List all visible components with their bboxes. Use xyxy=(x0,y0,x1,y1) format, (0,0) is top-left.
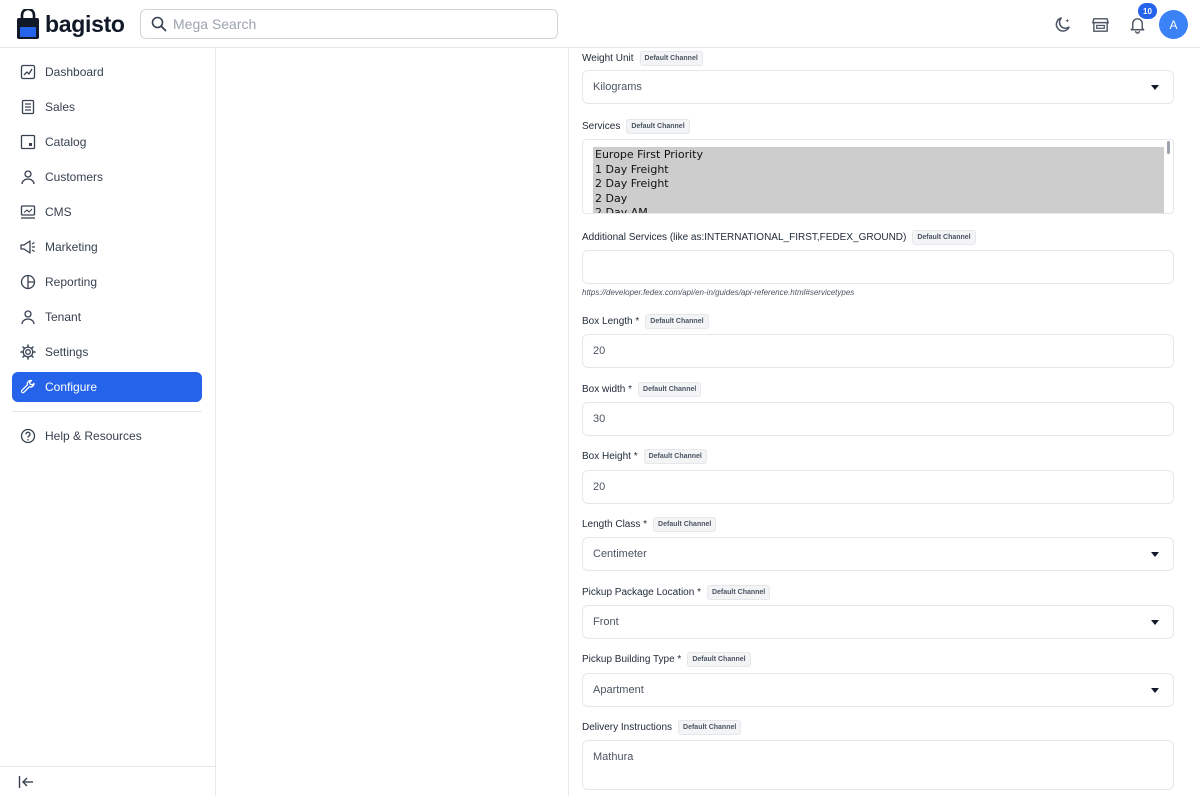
additional-services-label: Additional Services (like as:INTERNATION… xyxy=(582,230,976,245)
sidebar-item-label: Settings xyxy=(45,345,89,359)
box-length-input[interactable]: 20 xyxy=(582,334,1174,368)
box-width-input[interactable]: 30 xyxy=(582,402,1174,436)
service-option[interactable]: 1 Day Freight xyxy=(595,163,1162,178)
top-header: bagisto 10 A xyxy=(0,0,1200,48)
sidebar-item-cms[interactable]: CMS xyxy=(12,197,202,227)
channel-chip: Default Channel xyxy=(626,119,690,134)
sidebar-item-reporting[interactable]: Reporting xyxy=(12,267,202,297)
length-class-label: Length Class * Default Channel xyxy=(582,517,717,532)
channel-chip: Default Channel xyxy=(912,230,976,245)
search-icon xyxy=(151,16,167,32)
sidebar-item-marketing[interactable]: Marketing xyxy=(12,232,202,262)
textarea-value: Mathura xyxy=(593,751,634,763)
channel-chip: Default Channel xyxy=(706,585,771,600)
dark-mode-icon[interactable] xyxy=(1053,14,1073,34)
channel-chip: Default Channel xyxy=(639,51,703,66)
service-option[interactable]: 2 Day xyxy=(595,192,1162,207)
box-length-label: Box Length * Default Channel xyxy=(582,314,709,329)
service-option[interactable]: 2 Day AM xyxy=(595,206,1162,213)
shopping-bag-icon xyxy=(16,7,40,39)
weight-unit-select[interactable]: Kilograms xyxy=(582,70,1174,104)
sidebar-item-settings[interactable]: Settings xyxy=(12,337,202,367)
pie-chart-icon xyxy=(19,274,36,291)
help-icon xyxy=(19,428,36,445)
catalog-icon xyxy=(19,134,36,151)
person-icon xyxy=(19,169,36,186)
channel-chip: Default Channel xyxy=(653,517,717,532)
chevron-down-icon xyxy=(1151,552,1159,557)
sidebar-item-label: Marketing xyxy=(45,240,98,254)
select-value: Centimeter xyxy=(593,548,647,560)
box-height-input[interactable]: 20 xyxy=(582,470,1174,504)
notification-badge: 10 xyxy=(1138,3,1157,19)
channel-chip: Default Channel xyxy=(687,652,751,667)
person-icon xyxy=(19,309,36,326)
pickup-location-label: Pickup Package Location * Default Channel xyxy=(582,585,771,600)
collapse-sidebar-button[interactable] xyxy=(0,766,216,796)
service-option[interactable]: Europe First Priority xyxy=(595,148,1162,163)
pickup-building-label: Pickup Building Type * Default Channel xyxy=(582,652,751,667)
input-value: 30 xyxy=(593,413,606,425)
service-option[interactable]: 2 Day Freight xyxy=(595,177,1162,192)
sidebar-item-customers[interactable]: Customers xyxy=(12,162,202,192)
monitor-icon xyxy=(19,204,36,221)
avatar[interactable]: A xyxy=(1159,10,1188,39)
select-value: Kilograms xyxy=(593,81,642,93)
scrollbar[interactable] xyxy=(1167,141,1170,154)
input-value: 20 xyxy=(593,481,606,493)
mega-search[interactable] xyxy=(140,9,558,39)
sidebar-item-label: Customers xyxy=(45,170,104,184)
pickup-location-select[interactable]: Front xyxy=(582,605,1174,639)
select-value: Apartment xyxy=(593,684,644,696)
sidebar-item-catalog[interactable]: Catalog xyxy=(12,127,202,157)
receipt-icon xyxy=(19,99,36,116)
input-value: 20 xyxy=(593,345,606,357)
sidebar-item-sales[interactable]: Sales xyxy=(12,92,202,122)
sidebar-item-tenant[interactable]: Tenant xyxy=(12,302,202,332)
sidebar-item-label: Tenant xyxy=(45,310,82,324)
sidebar-item-configure[interactable]: Configure xyxy=(12,372,202,402)
brand-name: bagisto xyxy=(45,10,125,37)
sidebar: Dashboard Sales Catalog Customers CMS Ma… xyxy=(0,48,216,796)
delivery-instructions-textarea[interactable]: Mathura xyxy=(582,740,1174,790)
services-help-link: https://developer.fedex.com/api/en-in/gu… xyxy=(582,288,855,297)
sidebar-item-label: CMS xyxy=(45,205,72,219)
bagisto-logo[interactable]: bagisto xyxy=(16,7,125,39)
channel-chip: Default Channel xyxy=(643,449,707,464)
sidebar-item-label: Sales xyxy=(45,100,76,114)
storefront-icon[interactable] xyxy=(1090,14,1110,34)
select-value: Front xyxy=(593,616,619,628)
dashboard-icon xyxy=(19,64,36,81)
channel-chip: Default Channel xyxy=(638,382,702,397)
gear-icon xyxy=(19,344,36,361)
chevron-down-icon xyxy=(1151,620,1159,625)
services-options: Europe First Priority 1 Day Freight 2 Da… xyxy=(593,147,1164,213)
sidebar-item-label: Configure xyxy=(45,380,98,394)
weight-unit-label: Weight Unit Default Channel xyxy=(582,51,703,66)
channel-chip: Default Channel xyxy=(678,720,742,735)
megaphone-icon xyxy=(19,239,36,256)
delivery-instructions-label: Delivery Instructions Default Channel xyxy=(582,720,742,735)
collapse-icon xyxy=(18,775,34,794)
sidebar-item-help[interactable]: Help & Resources xyxy=(12,421,202,451)
sidebar-item-label: Catalog xyxy=(45,135,87,149)
pickup-building-select[interactable]: Apartment xyxy=(582,673,1174,707)
sidebar-item-dashboard[interactable]: Dashboard xyxy=(12,57,202,87)
box-width-label: Box width * Default Channel xyxy=(582,382,702,397)
sidebar-item-label: Reporting xyxy=(45,275,98,289)
sidebar-divider xyxy=(12,411,202,412)
length-class-select[interactable]: Centimeter xyxy=(582,537,1174,571)
services-multiselect[interactable]: Europe First Priority 1 Day Freight 2 Da… xyxy=(582,139,1174,214)
sidebar-item-label: Help & Resources xyxy=(45,429,142,443)
config-left-panel xyxy=(216,48,569,796)
channel-chip: Default Channel xyxy=(645,314,709,329)
services-label: Services Default Channel xyxy=(582,119,690,134)
wrench-icon xyxy=(19,379,36,396)
chevron-down-icon xyxy=(1151,85,1159,90)
chevron-down-icon xyxy=(1151,688,1159,693)
box-height-label: Box Height * Default Channel xyxy=(582,449,707,464)
search-input[interactable] xyxy=(173,16,533,32)
additional-services-input[interactable] xyxy=(582,250,1174,284)
sidebar-item-label: Dashboard xyxy=(45,65,104,79)
